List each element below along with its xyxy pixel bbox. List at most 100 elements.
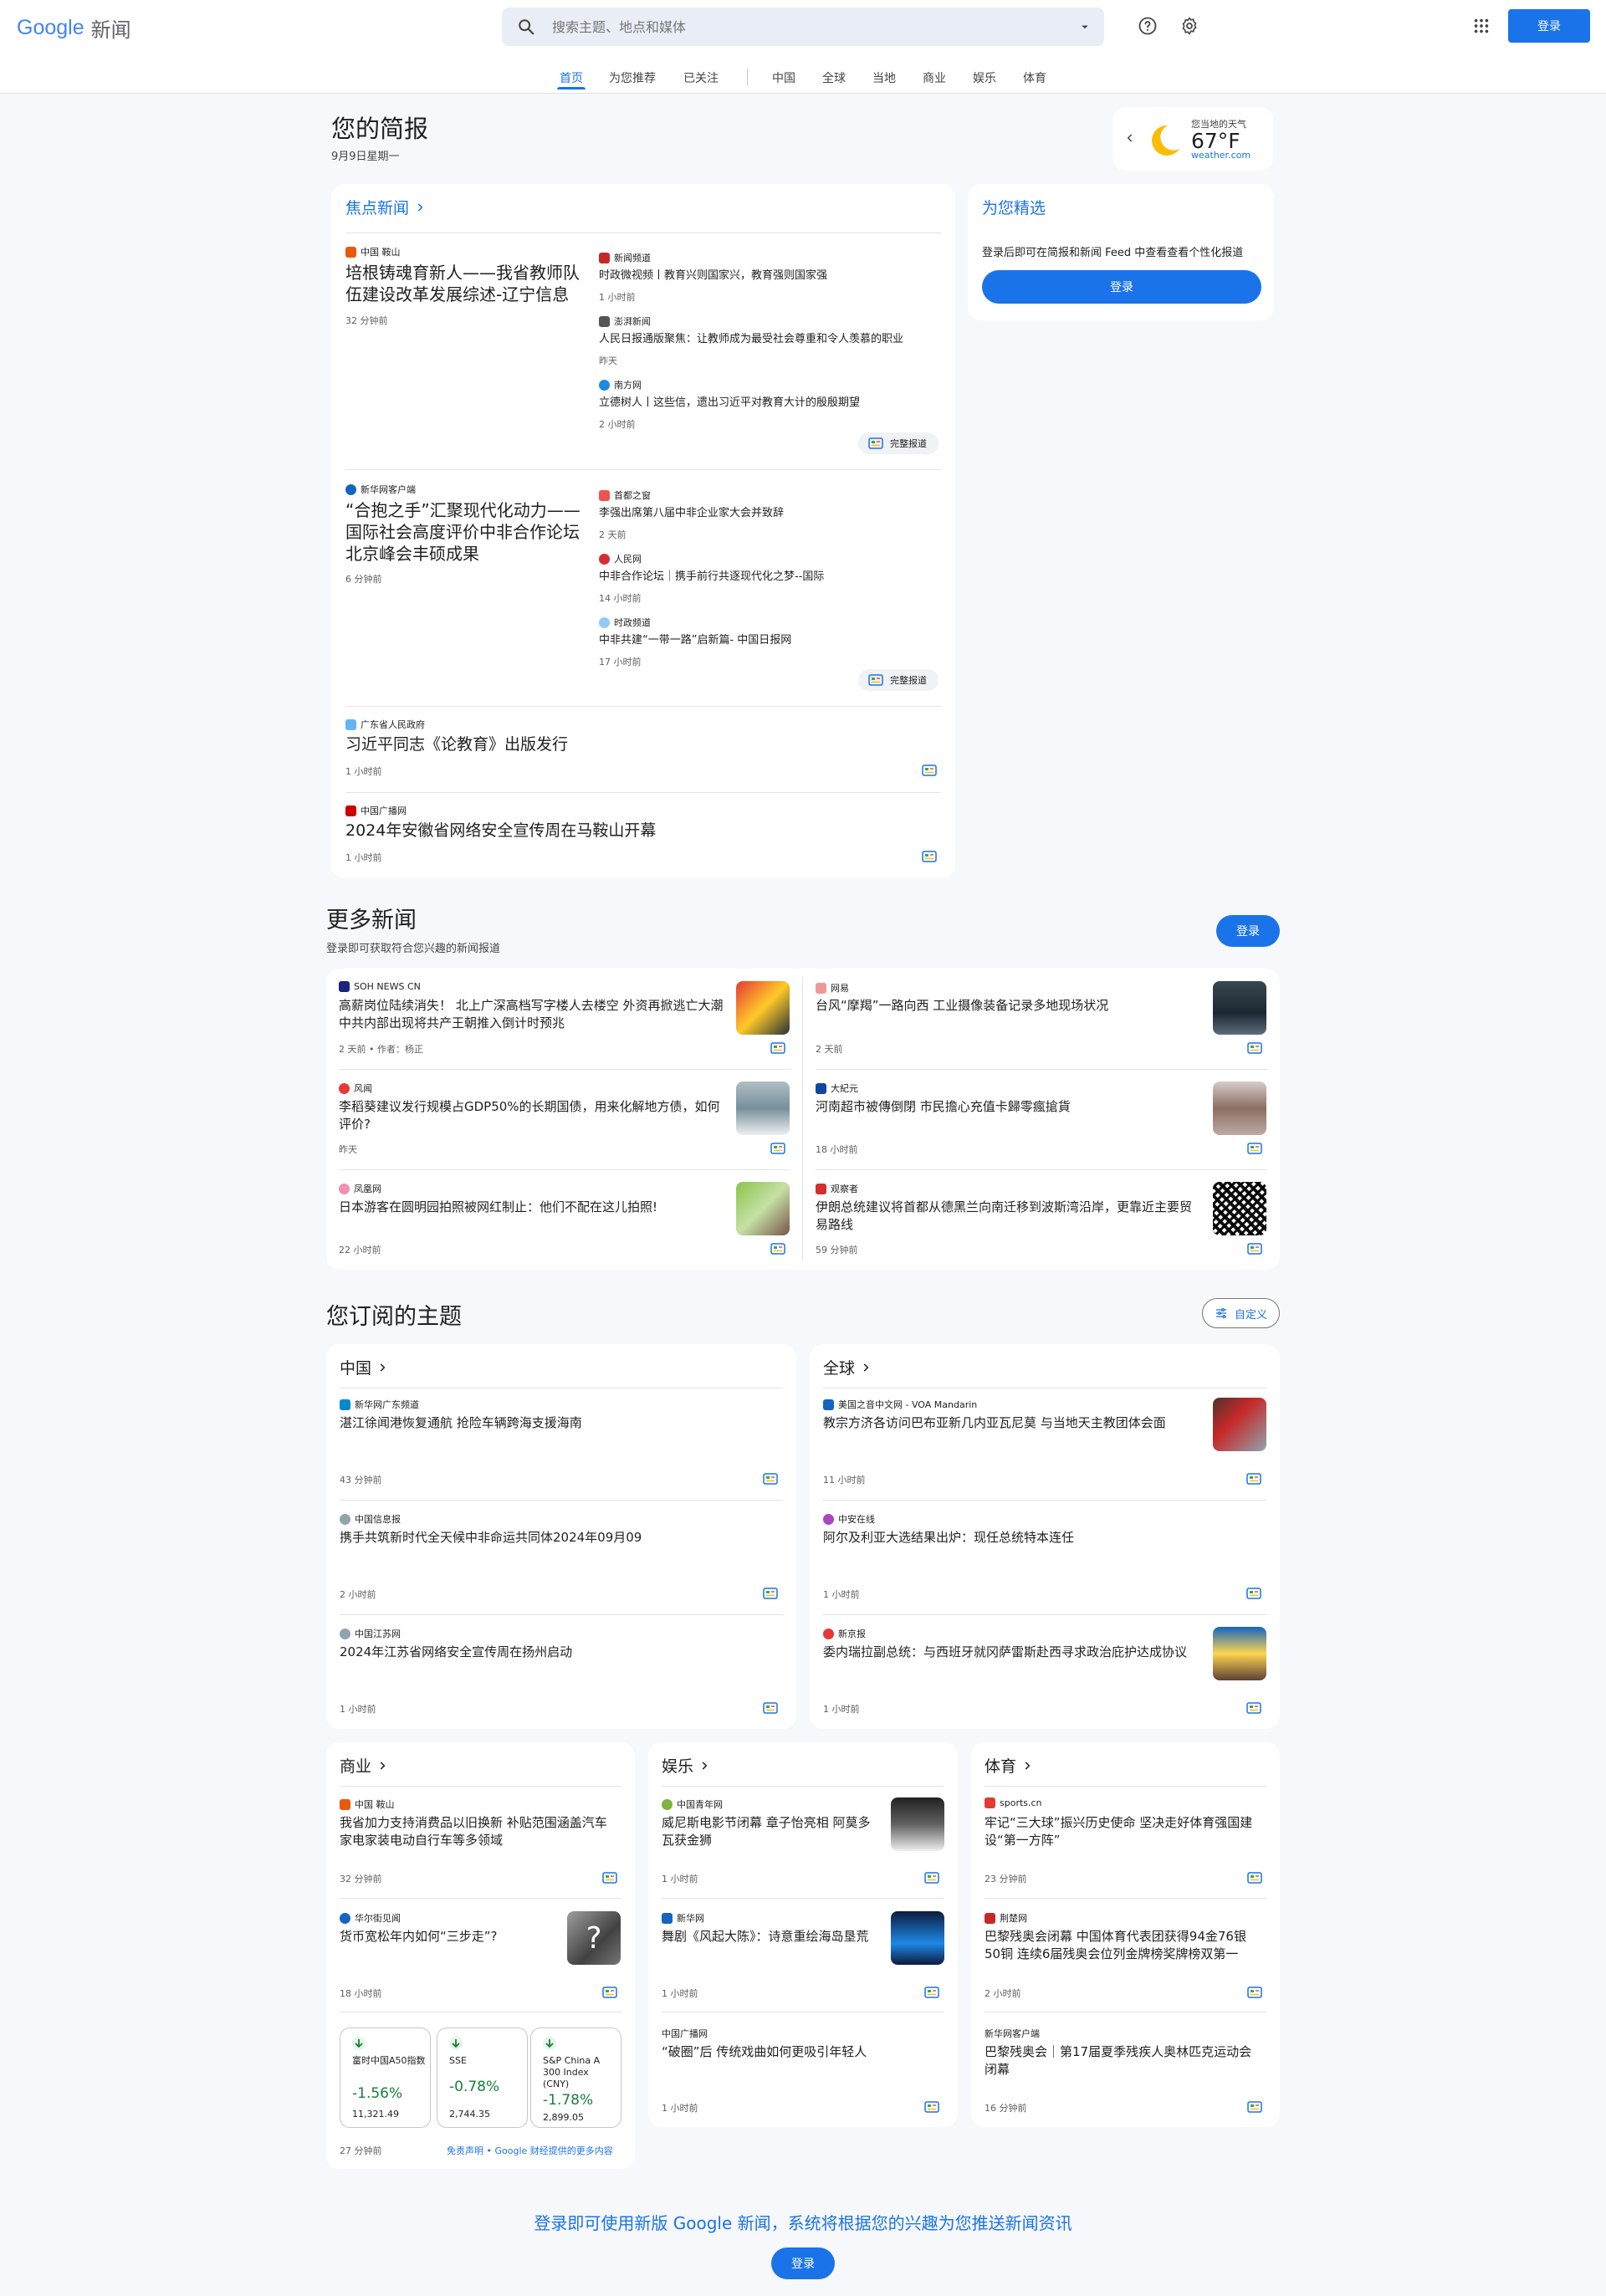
article-thumbnail[interactable] (891, 1797, 944, 1851)
full-coverage-button[interactable]: 完整报道 (858, 432, 939, 454)
full-coverage-icon[interactable] (922, 764, 937, 776)
tab-for-you[interactable]: 为您推荐 (608, 69, 657, 86)
full-coverage-icon[interactable] (1247, 2101, 1262, 2113)
more-news-signin-button[interactable]: 登录 (1216, 915, 1280, 947)
full-coverage-icon[interactable] (922, 851, 937, 862)
related-headline[interactable]: 中非合作论坛｜携手前行共逐现代化之梦--国际 (599, 569, 933, 585)
full-coverage-icon[interactable] (602, 1987, 617, 1998)
headline[interactable]: “合抱之手”汇聚现代化动力——国际社会高度评价中非合作论坛北京峰会丰硕成果 (345, 499, 588, 565)
tab-business[interactable]: 商业 (922, 69, 947, 86)
chevron-left-icon[interactable] (1124, 132, 1136, 144)
apps-grid-icon[interactable] (1472, 17, 1491, 35)
topic-heading-sports[interactable]: 体育 (985, 1754, 1033, 1777)
full-coverage-icon[interactable] (1246, 1588, 1261, 1599)
topic-heading-world[interactable]: 全球 (823, 1356, 872, 1378)
help-icon[interactable] (1138, 16, 1158, 36)
tab-local[interactable]: 当地 (872, 69, 897, 86)
article-thumbnail[interactable] (1213, 1398, 1266, 1451)
headline[interactable]: 委内瑞拉副总统：与西班牙就冈萨雷斯赴西寻求政治庇护达成协议 (823, 1644, 1199, 1661)
related-headline[interactable]: 人民日报通版聚焦：让教师成为最受社会尊重和令人羡慕的职业 (599, 331, 933, 347)
headline[interactable]: 巴黎残奥会｜第17届夏季残疾人奥林匹克运动会闭幕 (985, 2043, 1261, 2079)
full-coverage-icon[interactable] (763, 1588, 778, 1599)
headline[interactable]: 巴黎残奥会闭幕 中国体育代表团获得94金76银50铜 连续6届残奥会位列金牌榜奖… (985, 1928, 1261, 1963)
article-thumbnail[interactable] (891, 1911, 944, 1965)
full-coverage-icon[interactable] (924, 2101, 939, 2113)
tab-entertainment[interactable]: 娱乐 (972, 69, 997, 86)
tab-following[interactable]: 已关注 (682, 69, 720, 86)
full-coverage-icon[interactable] (763, 1473, 778, 1485)
full-coverage-icon[interactable] (1246, 1702, 1261, 1714)
top-stories-heading[interactable]: 焦点新闻 (345, 196, 426, 218)
headline[interactable]: 教宗方济各访问巴布亚新几内亚瓦尼莫 与当地天主教团体会面 (823, 1414, 1191, 1432)
weather-widget[interactable]: 您当地的天气 67°F weather.com (1112, 107, 1273, 171)
stocks-disclaimer-link[interactable]: 免责声明 • Google 财经提供的更多内容 (447, 2144, 613, 2157)
chevron-down-icon[interactable] (1077, 19, 1092, 34)
full-coverage-icon[interactable] (763, 1702, 778, 1714)
full-coverage-icon[interactable] (924, 1872, 939, 1884)
headline[interactable]: 威尼斯电影节闭幕 章子怡亮相 阿莫多瓦获金狮 (662, 1814, 879, 1849)
tab-world[interactable]: 全球 (821, 69, 846, 86)
headline[interactable]: 伊朗总统建议将首都从德黑兰向南迁移到波斯湾沿岸，更靠近主要贸易路线 (816, 1199, 1200, 1234)
headline[interactable]: 舞剧《风起大陈》：诗意重绘海岛垦荒 (662, 1928, 879, 1946)
search-bar[interactable] (502, 8, 1104, 46)
signin-button[interactable]: 登录 (1508, 9, 1590, 43)
full-coverage-icon[interactable] (602, 1872, 617, 1884)
tab-home[interactable]: 首页 (559, 69, 584, 86)
picks-signin-button[interactable]: 登录 (982, 270, 1261, 304)
article-thumbnail[interactable] (736, 1082, 790, 1135)
customize-button[interactable]: 自定义 (1202, 1298, 1280, 1328)
headline[interactable]: 习近平同志《论教育》出版发行 (345, 734, 847, 755)
topic-heading-china[interactable]: 中国 (340, 1356, 388, 1378)
article-thumbnail[interactable] (736, 981, 790, 1035)
stock-tile[interactable]: 富时中国A50指数 -1.56% 11,321.49 (340, 2028, 431, 2128)
topic-heading-entertainment[interactable]: 娱乐 (662, 1754, 710, 1777)
headline[interactable]: 牢记“三大球”振兴历史使命 坚决走好体育强国建设“第一方阵” (985, 1814, 1261, 1849)
headline[interactable]: 培根铸魂育新人——我省教师队伍建设改革发展综述-辽宁信息 (345, 262, 584, 305)
full-coverage-icon[interactable] (770, 1243, 785, 1255)
tab-china[interactable]: 中国 (771, 69, 796, 86)
question-mark-image[interactable]: ? (567, 1911, 621, 1965)
full-coverage-icon[interactable] (1247, 1143, 1262, 1154)
headline[interactable]: 2024年安徽省网络安全宣传周在马鞍山开幕 (345, 821, 847, 841)
full-coverage-icon[interactable] (1247, 1042, 1262, 1054)
full-coverage-icon[interactable] (1246, 1473, 1261, 1485)
headline[interactable]: 高薪岗位陆续消失！ 北上广深高档写字楼人去楼空 外资再掀逃亡大潮 中共内部出现将… (339, 997, 724, 1032)
stock-tile[interactable]: S&P China A 300 Index (CNY) -1.78% 2,899… (530, 2028, 621, 2128)
google-news-logo[interactable]: Google 新闻 (17, 13, 131, 43)
tab-sports[interactable]: 体育 (1022, 69, 1047, 86)
article-thumbnail[interactable] (1213, 1627, 1266, 1680)
article-thumbnail[interactable] (1213, 1082, 1266, 1135)
headline[interactable]: 湛江徐闻港恢复通航 抢险车辆跨海支援海南 (340, 1414, 708, 1432)
headline[interactable]: 阿尔及利亚大选结果出炉：现任总统特本连任 (823, 1529, 1191, 1547)
full-coverage-icon[interactable] (1247, 1987, 1262, 1998)
gear-icon[interactable] (1179, 16, 1199, 36)
topic-heading-business[interactable]: 商业 (340, 1754, 388, 1777)
full-coverage-icon[interactable] (770, 1042, 785, 1054)
headline[interactable]: 携手共筑新时代全天候中非命运共同体2024年09月09 (340, 1529, 708, 1547)
full-coverage-button[interactable]: 完整报道 (858, 669, 939, 691)
headline[interactable]: 2024年江苏省网络安全宣传周在扬州启动 (340, 1644, 708, 1661)
qr-code-image[interactable] (1213, 1182, 1266, 1235)
weather-source[interactable]: weather.com (1191, 150, 1251, 161)
related-headline[interactable]: 中非共建“一带一路”启新篇- 中国日报网 (599, 632, 933, 648)
full-coverage-icon[interactable] (1247, 1243, 1262, 1255)
footer-signin-button[interactable]: 登录 (771, 2247, 835, 2279)
headline[interactable]: 台风“摩羯”一路向西 工业摄像装备记录多地现场状况 (816, 997, 1200, 1015)
headline[interactable]: 日本游客在圆明园拍照被网红制止：他们不配在这儿拍照! (339, 1199, 724, 1216)
headline[interactable]: 李稻葵建议发行规模占GDP50%的长期国债，用来化解地方债，如何评价? (339, 1098, 724, 1133)
headline[interactable]: 我省加力支持消费品以旧换新 补贴范围涵盖汽车家电家装电动自行车等多领域 (340, 1814, 616, 1849)
headline[interactable]: 货币宽松年内如何“三步走”? (340, 1928, 557, 1946)
full-coverage-icon[interactable] (770, 1143, 785, 1154)
related-headline[interactable]: 立德树人丨这些信，遗出习近平对教育大计的殷殷期望 (599, 395, 933, 411)
article-thumbnail[interactable] (736, 1182, 790, 1235)
stock-tile[interactable]: SSE -0.78% 2,744.35 (437, 2028, 528, 2128)
headline[interactable]: 河南超市被傳倒閉 市民擔心充值卡歸零瘋搶貨 (816, 1098, 1200, 1116)
related-headline[interactable]: 李强出席第八届中非企业家大会并致辞 (599, 505, 933, 521)
article-thumbnail[interactable] (1213, 981, 1266, 1035)
full-coverage-icon[interactable] (924, 1987, 939, 1998)
search-icon[interactable] (517, 18, 535, 36)
related-headline[interactable]: 时政微视频丨教育兴则国家兴，教育强则国家强 (599, 268, 933, 284)
headline[interactable]: “破圈”后 传统戏曲如何更吸引年轻人 (662, 2043, 938, 2061)
search-input[interactable] (552, 18, 1054, 35)
full-coverage-icon[interactable] (1247, 1872, 1262, 1884)
